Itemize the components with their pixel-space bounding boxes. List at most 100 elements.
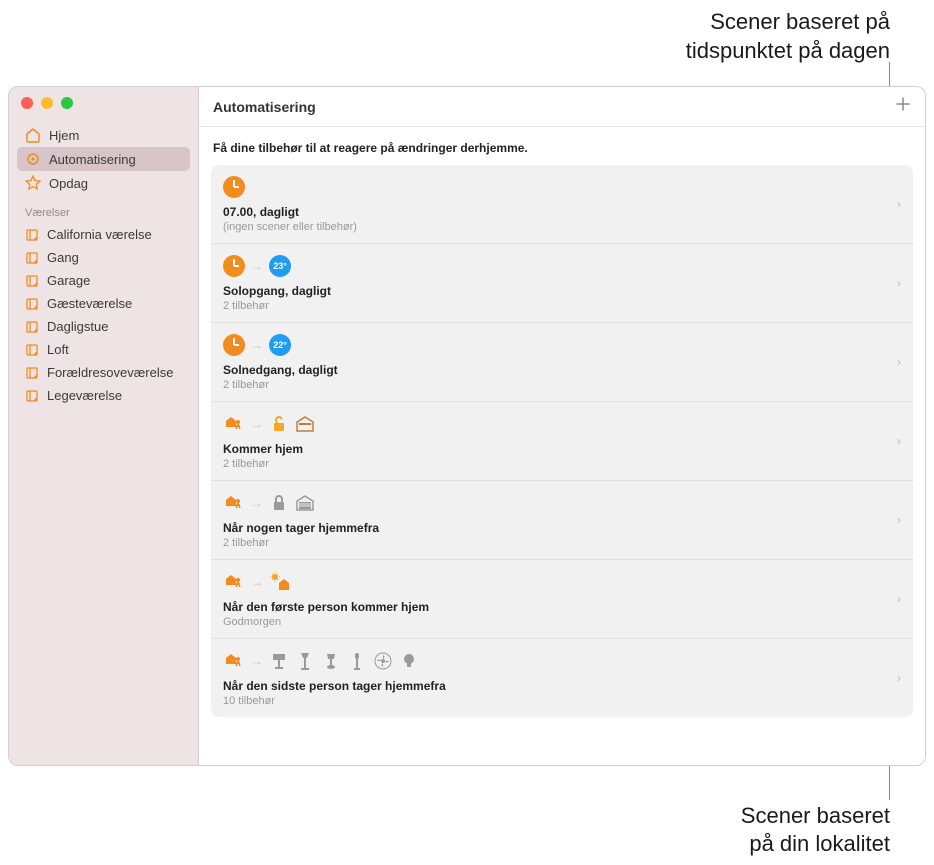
automation-item[interactable]: → Når den sidste person tager hjemmefra … bbox=[211, 639, 913, 717]
minimize-icon[interactable] bbox=[41, 97, 53, 109]
chevron-right-icon: › bbox=[897, 592, 901, 606]
room-label: Gang bbox=[47, 250, 79, 265]
room-label: Forældresoveværelse bbox=[47, 365, 173, 380]
person-house-icon bbox=[223, 492, 245, 514]
gear-icon bbox=[25, 151, 41, 167]
chevron-right-icon: › bbox=[897, 197, 901, 211]
chevron-right-icon: › bbox=[897, 355, 901, 369]
room-label: Garage bbox=[47, 273, 90, 288]
app-window: Hjem Automatisering Opdag Værelser Califor… bbox=[8, 86, 926, 766]
automation-icons: → 23° bbox=[223, 254, 883, 278]
room-item[interactable]: Legeværelse bbox=[9, 384, 198, 407]
titlebar: Automatisering bbox=[199, 87, 925, 127]
person-house-icon bbox=[223, 413, 245, 435]
chevron-right-icon: › bbox=[897, 671, 901, 685]
automation-subtitle: (ingen scener eller tilbehør) bbox=[223, 221, 883, 233]
automation-item[interactable]: →22° Solnedgang, dagligt 2 tilbehør › bbox=[211, 323, 913, 402]
table-lamp-icon bbox=[321, 651, 341, 671]
nav-label: Hjem bbox=[49, 128, 79, 143]
floor-lamp-icon bbox=[295, 651, 315, 671]
room-icon bbox=[25, 297, 39, 311]
person-house-icon bbox=[223, 571, 245, 593]
desk-lamp-icon bbox=[269, 651, 289, 671]
room-label: Gæsteværelse bbox=[47, 296, 132, 311]
temperature-icon: 23° bbox=[269, 255, 291, 277]
bulb-icon bbox=[399, 651, 419, 671]
house-icon bbox=[25, 127, 41, 143]
arrow-icon: → bbox=[251, 575, 263, 589]
nav-item-opdag[interactable]: Opdag bbox=[17, 171, 190, 195]
room-item[interactable]: Gæsteværelse bbox=[9, 292, 198, 315]
unlock-icon bbox=[269, 414, 289, 434]
room-label: Dagligstue bbox=[47, 319, 108, 334]
person-house-icon bbox=[223, 650, 245, 672]
room-icon bbox=[25, 343, 39, 357]
sidebar: Hjem Automatisering Opdag Værelser Califor… bbox=[9, 87, 199, 765]
automation-title: 07.00, dagligt bbox=[223, 205, 883, 219]
room-label: Loft bbox=[47, 342, 69, 357]
room-item[interactable]: Dagligstue bbox=[9, 315, 198, 338]
automation-subtitle: 10 tilbehør bbox=[223, 695, 883, 707]
automation-title: Kommer hjem bbox=[223, 442, 883, 456]
window-controls bbox=[9, 97, 198, 123]
automation-subtitle: 2 tilbehør bbox=[223, 537, 883, 549]
room-item[interactable]: Forældresoveværelse bbox=[9, 361, 198, 384]
fan-icon bbox=[373, 651, 393, 671]
annotation-location-scenes: Scener baseretpå din lokalitet bbox=[741, 802, 890, 859]
arrow-icon: → bbox=[251, 417, 263, 431]
room-icon bbox=[25, 251, 39, 265]
automation-title: Solnedgang, dagligt bbox=[223, 363, 883, 377]
garage-closed-icon bbox=[295, 493, 315, 513]
lock-icon bbox=[269, 493, 289, 513]
room-item[interactable]: Garage bbox=[9, 269, 198, 292]
automation-title: Når nogen tager hjemmefra bbox=[223, 521, 883, 535]
arrow-icon: → bbox=[251, 496, 263, 510]
automation-title: Solopgang, dagligt bbox=[223, 284, 883, 298]
room-icon bbox=[25, 320, 39, 334]
sun-house-icon bbox=[269, 571, 291, 593]
automation-item[interactable]: 07.00, dagligt (ingen scener eller tilbe… bbox=[211, 165, 913, 244]
room-icon bbox=[25, 274, 39, 288]
automation-subtitle: Godmorgen bbox=[223, 616, 883, 628]
automation-title: Når den første person kommer hjem bbox=[223, 600, 883, 614]
automation-icons: → bbox=[223, 570, 883, 594]
garage-open-icon bbox=[295, 414, 315, 434]
nav-label: Automatisering bbox=[49, 152, 136, 167]
nav-item-hjem[interactable]: Hjem bbox=[17, 123, 190, 147]
automation-icons: → bbox=[223, 649, 883, 673]
add-button[interactable] bbox=[895, 95, 911, 118]
automation-icons: → bbox=[223, 491, 883, 515]
automation-icons bbox=[223, 175, 883, 199]
nav-item-automatisering[interactable]: Automatisering bbox=[17, 147, 190, 171]
nav-label: Opdag bbox=[49, 176, 88, 191]
room-item[interactable]: Loft bbox=[9, 338, 198, 361]
main-content: Automatisering Få dine tilbehør til at r… bbox=[199, 87, 925, 765]
automation-subtitle: 2 tilbehør bbox=[223, 379, 883, 391]
automation-item[interactable]: → Kommer hjem 2 tilbehør › bbox=[211, 402, 913, 481]
room-item[interactable]: Gang bbox=[9, 246, 198, 269]
star-icon bbox=[25, 175, 41, 191]
temperature-icon: 22° bbox=[269, 334, 291, 356]
clock-icon bbox=[223, 334, 245, 356]
automation-item[interactable]: → Når nogen tager hjemmefra 2 tilbehør › bbox=[211, 481, 913, 560]
plus-icon bbox=[895, 96, 911, 112]
nav-section: Hjem Automatisering Opdag bbox=[9, 123, 198, 195]
fullscreen-icon[interactable] bbox=[61, 97, 73, 109]
close-icon[interactable] bbox=[21, 97, 33, 109]
lamp-icon bbox=[347, 651, 367, 671]
automation-title: Når den sidste person tager hjemmefra bbox=[223, 679, 883, 693]
arrow-icon: → bbox=[251, 259, 263, 273]
automation-subtitle: 2 tilbehør bbox=[223, 458, 883, 470]
arrow-icon: → bbox=[251, 654, 263, 668]
clock-icon bbox=[223, 176, 245, 198]
room-item[interactable]: California værelse bbox=[9, 223, 198, 246]
room-icon bbox=[25, 366, 39, 380]
automation-item[interactable]: →23° Solopgang, dagligt 2 tilbehør › bbox=[211, 244, 913, 323]
rooms-header: Værelser bbox=[9, 195, 198, 223]
automation-icons: → bbox=[223, 412, 883, 436]
chevron-right-icon: › bbox=[897, 513, 901, 527]
automation-item[interactable]: → Når den første person kommer hjem Godm… bbox=[211, 560, 913, 639]
clock-icon bbox=[223, 255, 245, 277]
room-label: Legeværelse bbox=[47, 388, 122, 403]
page-subtitle: Få dine tilbehør til at reagere på ændri… bbox=[199, 127, 925, 165]
